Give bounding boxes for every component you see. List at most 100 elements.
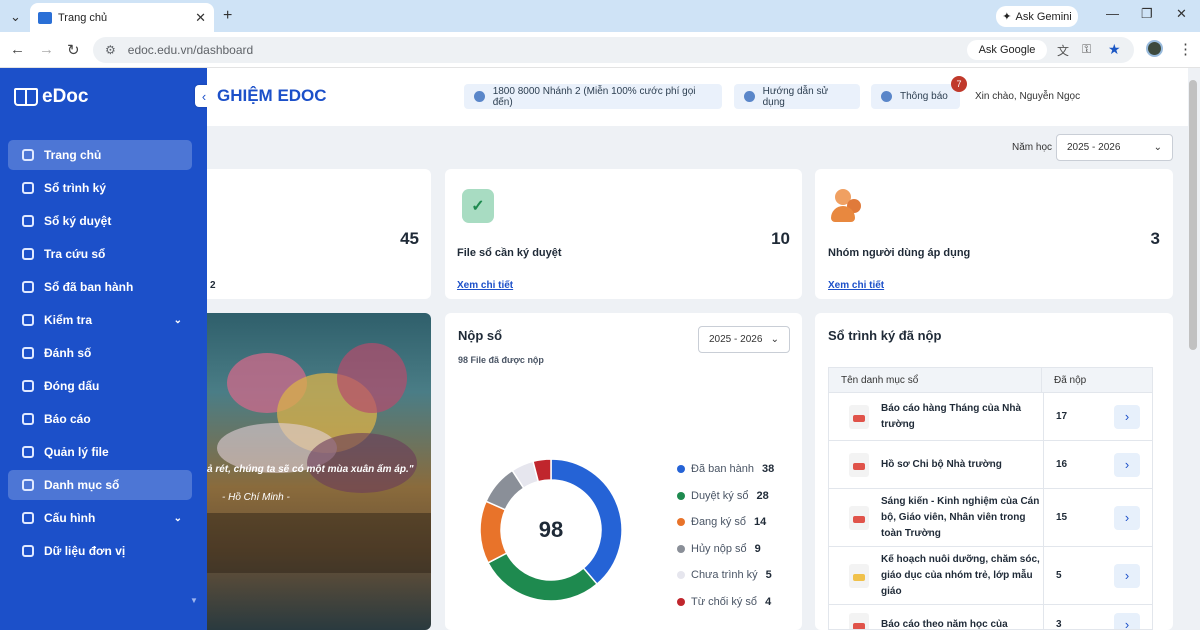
window-close-icon[interactable]: ✕ xyxy=(1176,6,1187,22)
legend-label: Đang ký sổ xyxy=(691,516,747,529)
row-detail-chevron-icon[interactable]: › xyxy=(1114,563,1140,588)
file-icon xyxy=(849,612,869,629)
approve-icon xyxy=(22,215,34,227)
edoc-favicon-icon xyxy=(38,11,52,24)
tab-list-chevron-icon[interactable]: ⌄ xyxy=(10,9,21,25)
tab-title: Trang chủ xyxy=(58,11,108,24)
donut-slice-1[interactable] xyxy=(487,552,599,602)
bookmark-star-icon[interactable]: ★ xyxy=(1108,41,1121,58)
search-icon xyxy=(22,248,34,260)
hotline-pill[interactable]: 1800 8000 Nhánh 2 (Miễn 100% cước phí gọ… xyxy=(464,84,722,109)
table-row[interactable]: Kế hoạch nuôi dưỡng, chăm sóc, giáo dục … xyxy=(829,547,1152,605)
notification-button[interactable]: Thông báo xyxy=(871,84,960,109)
sidebar-item-label: Dữ liệu đơn vị xyxy=(44,544,126,558)
guide-button[interactable]: Hướng dẫn sử dụng xyxy=(734,84,860,109)
row-detail-chevron-icon[interactable]: › xyxy=(1114,612,1140,629)
row-detail-chevron-icon[interactable]: › xyxy=(1114,404,1140,429)
category-icon xyxy=(22,479,34,491)
profile-avatar[interactable] xyxy=(1146,40,1163,57)
legend-item[interactable]: Hủy nộp sổ 9 xyxy=(677,536,774,563)
legend-item[interactable]: Đã ban hành 38 xyxy=(677,456,774,483)
sidebar-item-so-ky-duyet[interactable]: Sổ ký duyệt xyxy=(8,206,192,236)
back-icon[interactable]: ← xyxy=(10,41,25,58)
sidebar-item-label: Quản lý file xyxy=(44,445,109,459)
table-row[interactable]: Hồ sơ Chi bộ Nhà trường 16 › xyxy=(829,441,1152,489)
ask-google-button[interactable]: Ask Google xyxy=(967,40,1047,60)
more-menu-icon[interactable]: ⋮ xyxy=(1178,40,1193,58)
sidebar-item-quan-ly-file[interactable]: Quản lý file xyxy=(8,437,192,467)
restore-icon[interactable]: ❐ xyxy=(1141,6,1153,22)
table-row[interactable]: Sáng kiến - Kinh nghiệm của Cán bộ, Giáo… xyxy=(829,489,1152,547)
sidebar-item-label: Đánh số xyxy=(44,346,92,360)
numbering-icon xyxy=(22,347,34,359)
file-icon xyxy=(849,452,869,477)
table-row[interactable]: Báo cáo theo năm học của 3 › xyxy=(829,605,1152,629)
legend-value: 14 xyxy=(754,516,767,529)
close-tab-icon[interactable]: ✕ xyxy=(195,10,206,26)
stat-card-1: 45 2 xyxy=(207,169,431,299)
sidebar-scroll-down-icon[interactable]: ▼ xyxy=(190,596,198,605)
site-settings-icon[interactable]: ⚙ xyxy=(105,43,116,57)
edoc-logo[interactable]: eDoc xyxy=(14,86,88,108)
stat-number: 45 xyxy=(400,229,419,248)
row-count: 17 xyxy=(1043,393,1101,440)
sidebar-item-danh-muc-so[interactable]: Danh mục sổ xyxy=(8,470,192,500)
table-row[interactable]: Báo cáo hàng Tháng của Nhà trường 17 › xyxy=(829,393,1152,441)
gemini-sparkle-icon: ✦ xyxy=(1002,11,1012,23)
published-icon xyxy=(22,281,34,293)
donut-slice-2[interactable] xyxy=(479,500,508,564)
sidebar-item-tra-cuu-so[interactable]: Tra cứu sổ xyxy=(8,239,192,269)
translate-icon[interactable]: 文 xyxy=(1057,42,1069,59)
view-detail-link[interactable]: Xem chi tiết xyxy=(457,280,513,291)
legend-item[interactable]: Từ chối ký sổ 4 xyxy=(677,589,774,616)
minimize-icon[interactable]: — xyxy=(1106,6,1119,21)
sidebar-item-so-trinh-ky[interactable]: Sổ trình ký xyxy=(8,173,192,203)
sidebar-item-du-lieu-don-vi[interactable]: Dữ liệu đơn vị xyxy=(8,536,192,566)
legend-item[interactable]: Chưa trình ký 5 xyxy=(677,562,774,589)
row-detail-chevron-icon[interactable]: › xyxy=(1114,505,1140,530)
ask-gemini-button[interactable]: ✦ Ask Gemini xyxy=(996,6,1078,27)
stat-label: Nhóm người dùng áp dụng xyxy=(828,247,971,259)
browser-toolbar: ← → ↻ ⚙ edoc.edu.vn/dashboard Ask Google… xyxy=(0,32,1200,68)
sidebar-item-label: Báo cáo xyxy=(44,412,91,426)
donut-center-label: 98 xyxy=(539,517,563,542)
sidebar-item-dong-dau[interactable]: Đóng dấu xyxy=(8,371,192,401)
password-key-icon[interactable]: ⚿ xyxy=(1082,42,1091,57)
sidebar-item-label: Trang chủ xyxy=(44,148,102,162)
legend-label: Đã ban hành xyxy=(691,463,754,476)
stat-card-3: 3 Nhóm người dùng áp dụng Xem chi tiết xyxy=(815,169,1173,299)
legend-value: 28 xyxy=(756,489,769,502)
bell-icon xyxy=(881,91,892,102)
notification-label: Thông báo xyxy=(900,91,948,102)
donut-chart: 98 xyxy=(479,458,623,602)
stat-label: File sổ cần ký duyệt xyxy=(457,247,562,259)
sidebar-item-bao-cao[interactable]: Báo cáo xyxy=(8,404,192,434)
year-select[interactable]: 2025 - 2026 ⌄ xyxy=(1056,134,1173,161)
row-name: Sáng kiến - Kinh nghiệm của Cán bộ, Giáo… xyxy=(881,495,1040,539)
help-icon xyxy=(744,91,755,102)
sidebar-item-so-da-ban-hanh[interactable]: Sổ đã ban hành xyxy=(8,272,192,302)
sidebar-item-danh-so[interactable]: Đánh số xyxy=(8,338,192,368)
forward-icon[interactable]: → xyxy=(39,41,54,58)
browser-tab-strip: ⌄ Trang chủ ✕ + ✦ Ask Gemini — ❐ ✕ xyxy=(0,0,1200,32)
reload-icon[interactable]: ↻ xyxy=(67,41,80,59)
col-name-header: Tên danh mục sổ xyxy=(841,374,919,386)
page-scrollbar[interactable] xyxy=(1189,80,1197,350)
sidebar-item-trang-chu[interactable]: Trang chủ xyxy=(8,140,192,170)
legend-dot-icon xyxy=(677,544,685,553)
stat-number: 10 xyxy=(771,229,790,248)
row-name: Kế hoạch nuôi dưỡng, chăm sóc, giáo dục … xyxy=(881,553,1040,597)
legend-label: Duyệt ký sổ xyxy=(691,489,749,502)
new-tab-icon[interactable]: + xyxy=(223,7,232,25)
sidebar-item-cau-hinh[interactable]: Cấu hình ⌄ xyxy=(8,503,192,533)
view-detail-link[interactable]: Xem chi tiết xyxy=(828,280,884,291)
legend-value: 4 xyxy=(765,595,772,608)
row-detail-chevron-icon[interactable]: › xyxy=(1114,452,1140,477)
legend-item[interactable]: Duyệt ký sổ 28 xyxy=(677,483,774,510)
sidebar-item-kiem-tra[interactable]: Kiểm tra ⌄ xyxy=(8,305,192,335)
user-greeting[interactable]: Xin chào, Nguyễn Ngọc xyxy=(975,91,1080,102)
browser-tab[interactable]: Trang chủ ✕ xyxy=(30,3,214,32)
file-icon xyxy=(849,505,869,530)
legend-item[interactable]: Đang ký sổ 14 xyxy=(677,509,774,536)
nop-so-year-select[interactable]: 2025 - 2026 ⌄ xyxy=(698,326,790,353)
